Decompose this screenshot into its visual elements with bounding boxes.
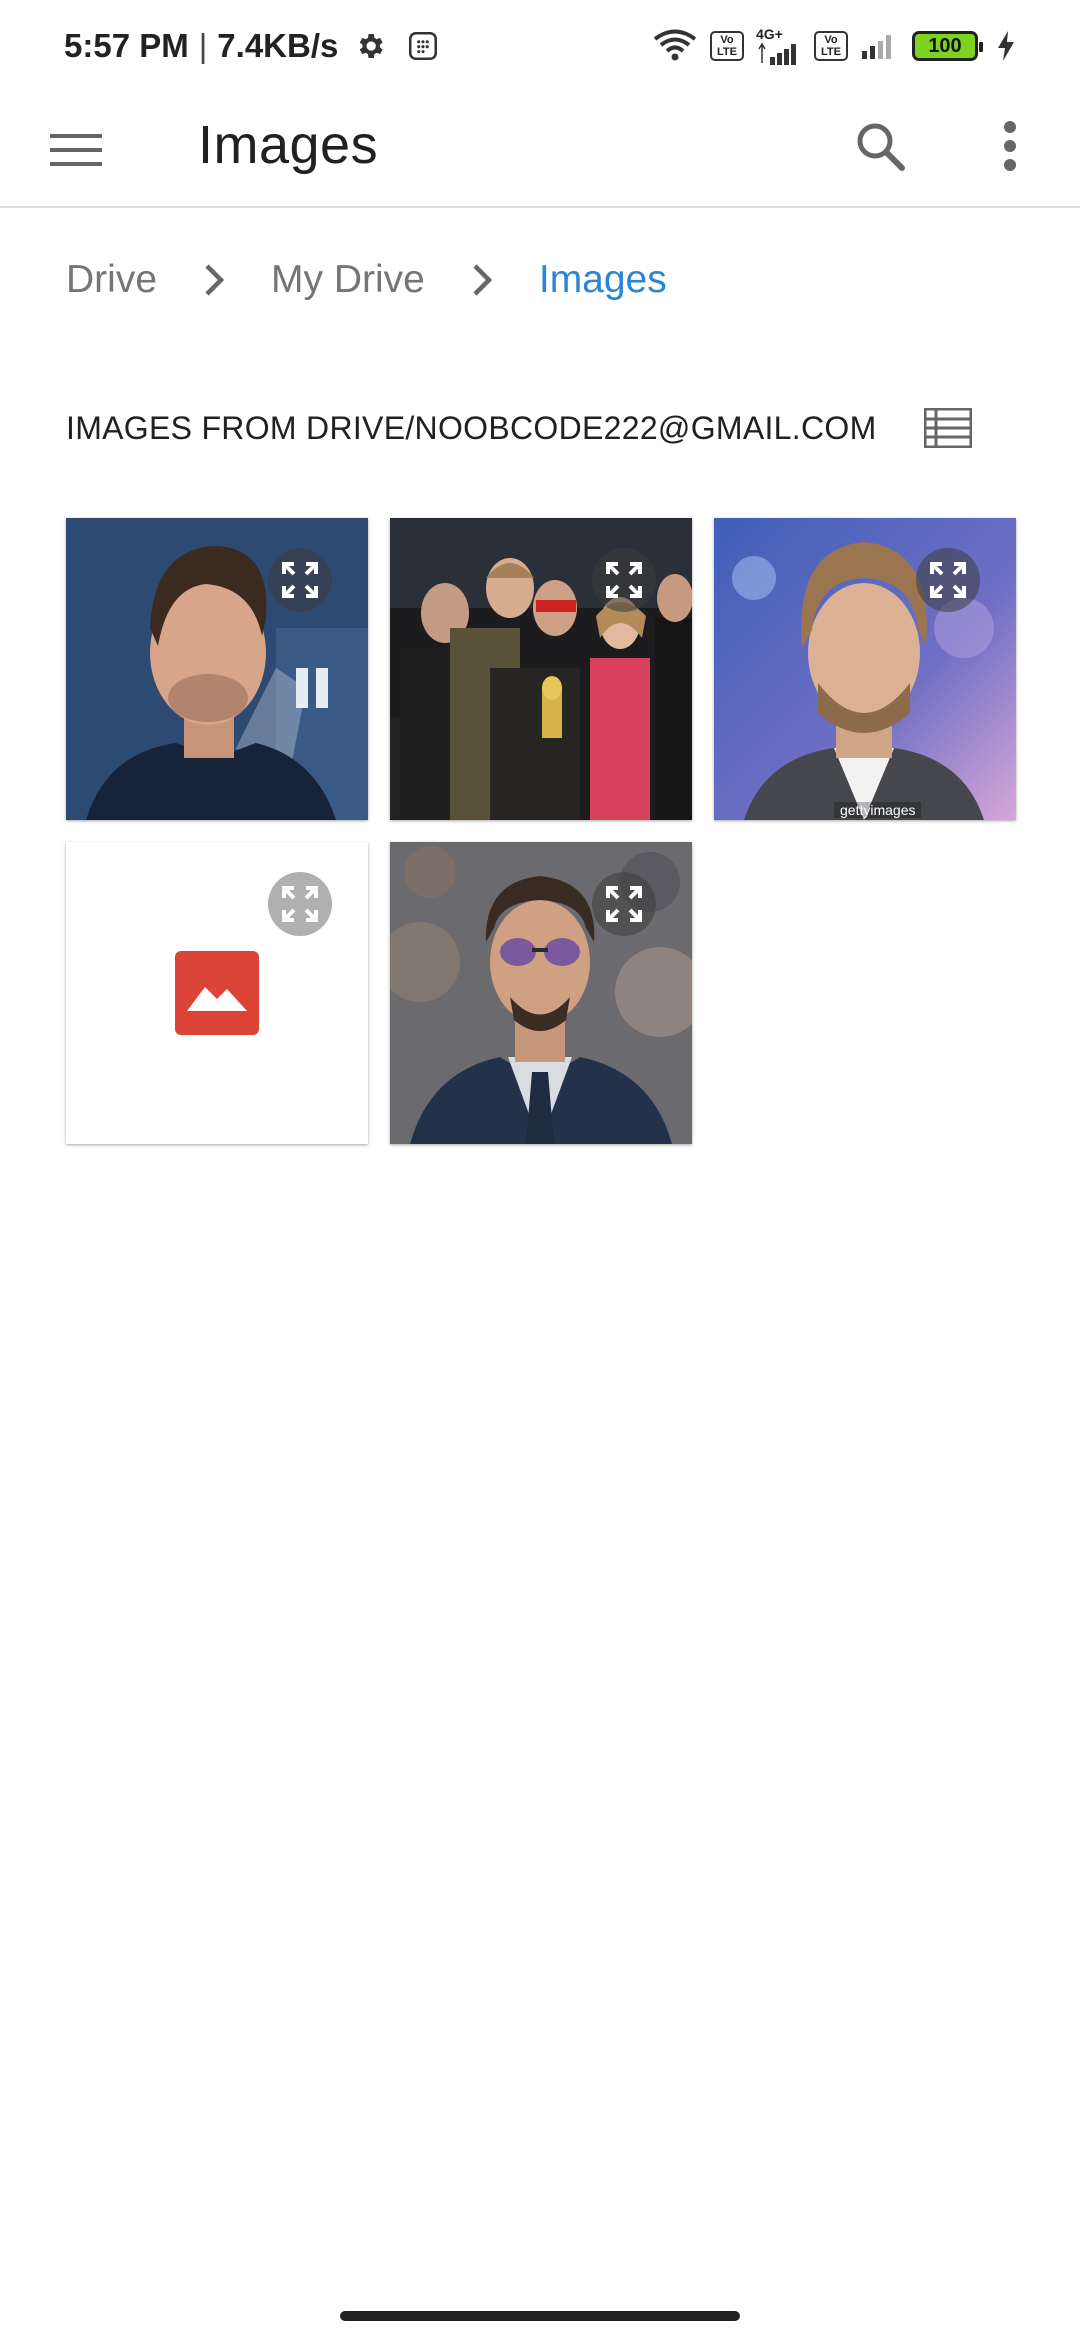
getty-watermark: gettyimages [834,802,922,818]
status-network-speed: 7.4KB/s [217,27,339,64]
breadcrumb: Drive My Drive Images [66,250,667,310]
fullscreen-icon [928,560,968,600]
signal-weak-icon [860,31,900,61]
status-left: 5:57 PM | 7.4KB/s [64,27,440,65]
volte-top: Vo [720,34,734,46]
breadcrumb-my-drive[interactable]: My Drive [271,258,425,302]
section-label: IMAGES FROM DRIVE/NOOBCODE222@GMAIL.COM [66,409,877,446]
home-indicator[interactable] [340,2311,740,2321]
search-button[interactable] [848,114,912,178]
network-type-label: 4G+ [756,26,783,42]
fullscreen-icon [280,884,320,924]
status-bar: 5:57 PM | 7.4KB/s Vo LTE 4G+ Vo LTE 100 [0,0,1080,92]
volte-bottom: LTE [717,46,737,58]
calculator-app-icon [406,29,440,63]
volte-top-2: Vo [824,34,838,46]
image-tile[interactable] [66,842,368,1144]
expand-button[interactable] [592,548,656,612]
more-vert-icon [1002,121,1018,171]
expand-button[interactable] [916,548,980,612]
fullscreen-icon [280,560,320,600]
chevron-right-icon [447,263,517,297]
volte-badge-2: Vo LTE [814,31,848,61]
expand-button[interactable] [268,548,332,612]
more-options-button[interactable] [978,114,1042,178]
fullscreen-icon [604,884,644,924]
breadcrumb-images[interactable]: Images [539,258,667,302]
battery-icon: 100 [912,31,983,61]
wifi-icon [652,28,698,64]
search-icon [854,120,906,172]
list-view-icon [924,408,972,448]
list-view-toggle-button[interactable] [920,402,976,454]
image-placeholder-icon [175,951,259,1035]
image-tile[interactable]: gettyimages [714,518,1016,820]
fullscreen-icon [604,560,644,600]
status-separator: | [198,27,208,64]
breadcrumb-drive[interactable]: Drive [66,258,157,302]
volte-bottom-2: LTE [821,46,841,58]
volte-badge: Vo LTE [710,31,744,61]
image-tile[interactable] [66,518,368,820]
image-tile[interactable] [390,518,692,820]
expand-button[interactable] [592,872,656,936]
expand-button[interactable] [268,872,332,936]
menu-button[interactable] [44,118,108,182]
settings-gear-icon [354,30,386,62]
signal-icon: 4G+ [756,27,802,65]
chevron-right-icon [179,263,249,297]
section-header: IMAGES FROM DRIVE/NOOBCODE222@GMAIL.COM [66,400,1016,456]
charging-bolt-icon [996,30,1016,62]
hamburger-menu-icon [50,130,102,170]
app-bar: Images [0,92,1080,208]
status-time: 5:57 PM [64,27,189,64]
status-right: Vo LTE 4G+ Vo LTE 100 [652,27,1016,65]
page-title: Images [198,115,379,175]
image-tile[interactable] [390,842,692,1144]
